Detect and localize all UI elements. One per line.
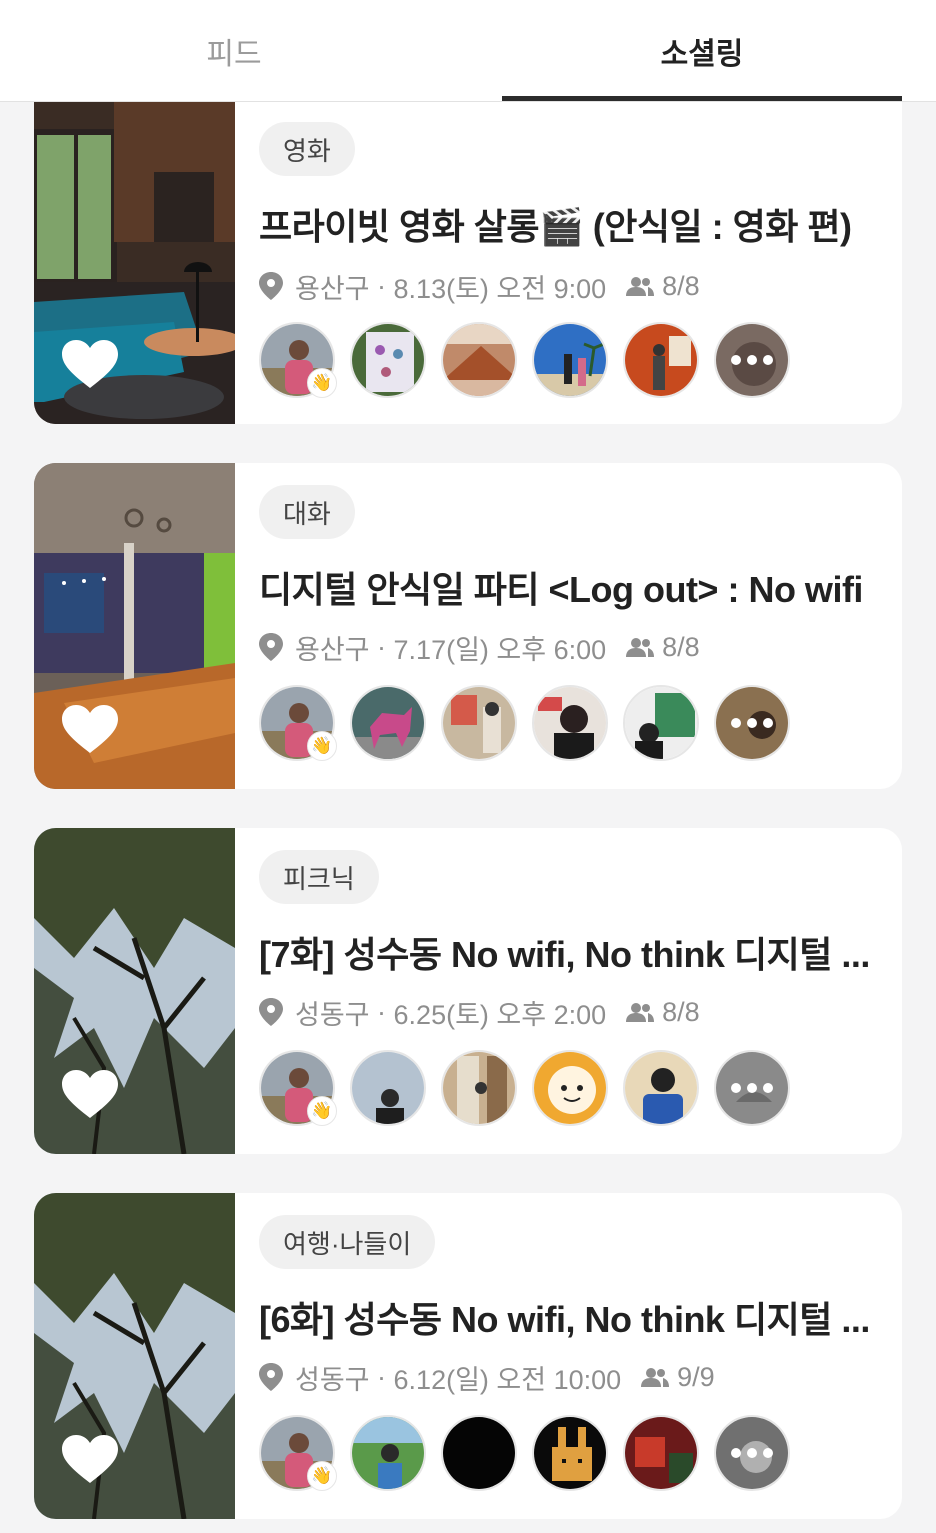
- avatar[interactable]: [350, 685, 426, 761]
- people-icon: [626, 277, 655, 296]
- card-meta: 성동구 · 6.25(토) 오후 2:00 8/8: [259, 994, 700, 1030]
- avatar[interactable]: [623, 685, 699, 761]
- avatar[interactable]: [532, 1050, 608, 1126]
- meta-separator: ·: [369, 631, 394, 662]
- social-card[interactable]: 대화 디지털 안식일 파티 <Log out> : No wifi 용산구 · …: [34, 463, 902, 789]
- card-thumbnail: [34, 102, 235, 424]
- card-title[interactable]: [6화] 성수동 No wifi, No think 디지털 ...: [259, 1291, 879, 1343]
- meta-separator: ·: [369, 270, 394, 301]
- more-members-icon[interactable]: [714, 1415, 790, 1491]
- location-pin-icon: [259, 633, 283, 661]
- people-icon: [626, 1003, 655, 1022]
- avatar[interactable]: [532, 322, 608, 398]
- card-meta: 용산구 · 8.13(토) 오전 9:00 8/8: [259, 268, 700, 304]
- member-count: 9/9: [677, 1361, 715, 1392]
- location-text: 용산구: [295, 273, 370, 304]
- datetime-text: 6.12(일) 오전 10:00: [393, 1364, 622, 1395]
- datetime-text: 6.25(토) 오후 2:00: [393, 999, 607, 1030]
- avatar[interactable]: [532, 685, 608, 761]
- avatar[interactable]: [350, 322, 426, 398]
- category-chip[interactable]: 여행·나들이: [259, 1215, 436, 1269]
- location-pin-icon: [259, 272, 283, 300]
- meta-separator: ·: [369, 1361, 394, 1392]
- avatar[interactable]: [532, 1415, 608, 1491]
- card-meta: 용산구 · 7.17(일) 오후 6:00 8/8: [259, 629, 700, 665]
- avatar[interactable]: [623, 322, 699, 398]
- avatar[interactable]: [623, 1415, 699, 1491]
- tab-socialing[interactable]: 소셜링: [502, 0, 902, 101]
- avatar[interactable]: [441, 1050, 517, 1126]
- more-members-icon[interactable]: [714, 322, 790, 398]
- location-text: 성동구: [295, 1364, 370, 1395]
- host-wave-badge: 👋: [307, 368, 337, 398]
- heart-icon[interactable]: [62, 340, 118, 390]
- member-count: 8/8: [662, 270, 700, 301]
- location-pin-icon: [259, 998, 283, 1026]
- avatar[interactable]: [441, 1415, 517, 1491]
- datetime-text: 7.17(일) 오후 6:00: [393, 634, 607, 665]
- category-chip[interactable]: 영화: [259, 122, 355, 176]
- member-count: 8/8: [662, 996, 700, 1027]
- avatar[interactable]: [350, 1415, 426, 1491]
- social-card[interactable]: 여행·나들이 [6화] 성수동 No wifi, No think 디지털 ..…: [34, 1193, 902, 1519]
- avatar[interactable]: [441, 322, 517, 398]
- host-wave-badge: 👋: [307, 731, 337, 761]
- avatar[interactable]: [441, 685, 517, 761]
- more-members-icon[interactable]: [714, 685, 790, 761]
- card-thumbnail: [34, 1193, 235, 1519]
- people-icon: [626, 638, 655, 657]
- location-text: 성동구: [295, 999, 370, 1030]
- active-tab-indicator: [502, 96, 902, 101]
- host-wave-badge: 👋: [307, 1096, 337, 1126]
- tab-feed[interactable]: 피드: [34, 0, 434, 101]
- heart-icon[interactable]: [62, 1435, 118, 1485]
- people-icon: [641, 1368, 670, 1387]
- host-wave-badge: 👋: [307, 1461, 337, 1491]
- social-card[interactable]: 피크닉 [7화] 성수동 No wifi, No think 디지털 ... 성…: [34, 828, 902, 1154]
- card-title[interactable]: 프라이빗 영화 살롱🎬 (안식일 : 영화 편): [259, 198, 879, 250]
- category-chip[interactable]: 피크닉: [259, 850, 379, 904]
- avatar[interactable]: [623, 1050, 699, 1126]
- tab-bar: 피드 소셜링: [0, 0, 936, 102]
- card-meta: 성동구 · 6.12(일) 오전 10:00 9/9: [259, 1359, 715, 1395]
- location-text: 용산구: [295, 634, 370, 665]
- avatar[interactable]: [350, 1050, 426, 1126]
- card-thumbnail: [34, 463, 235, 789]
- datetime-text: 8.13(토) 오전 9:00: [393, 273, 607, 304]
- category-chip[interactable]: 대화: [259, 485, 355, 539]
- card-thumbnail: [34, 828, 235, 1154]
- meta-separator: ·: [369, 996, 394, 1027]
- card-title[interactable]: [7화] 성수동 No wifi, No think 디지털 ...: [259, 926, 879, 978]
- card-title[interactable]: 디지털 안식일 파티 <Log out> : No wifi: [259, 561, 879, 613]
- member-count: 8/8: [662, 631, 700, 662]
- heart-icon[interactable]: [62, 1070, 118, 1120]
- more-members-icon[interactable]: [714, 1050, 790, 1126]
- heart-icon[interactable]: [62, 705, 118, 755]
- social-card[interactable]: 영화 프라이빗 영화 살롱🎬 (안식일 : 영화 편) 용산구 · 8.13(토…: [34, 102, 902, 424]
- location-pin-icon: [259, 1363, 283, 1391]
